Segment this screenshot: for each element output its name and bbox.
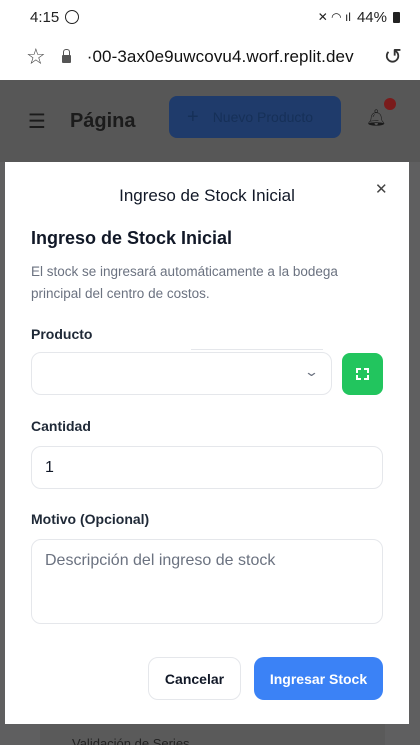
lock-icon[interactable] — [61, 49, 71, 63]
battery-icon — [393, 11, 400, 23]
stock-entry-modal: Ingreso de Stock Inicial ✕ Ingreso de St… — [5, 162, 409, 724]
signal-icon: ✕ ◠ ıl — [317, 10, 351, 24]
scan-icon-corner — [364, 368, 369, 373]
plus-icon: + — [187, 105, 199, 128]
quantity-input[interactable]: 1 — [31, 446, 383, 489]
behind-card: Validación de Series — [40, 724, 385, 745]
menu-icon[interactable]: ☰ — [28, 109, 46, 134]
new-product-label: Nuevo Producto — [212, 109, 314, 125]
chevron-down-icon: ⌄ — [303, 364, 320, 379]
scan-button[interactable] — [342, 353, 383, 395]
bell-icon[interactable]: 🔔︎ — [366, 108, 386, 128]
reason-textarea[interactable]: Descripción del ingreso de stock — [31, 539, 383, 624]
star-icon[interactable]: ☆ — [26, 44, 46, 70]
url-text[interactable]: ·00-3ax0e9uwcovu4.worf.replit.dev — [87, 47, 374, 67]
product-label: Producto — [31, 326, 93, 342]
status-left: 4:15 — [30, 8, 80, 26]
page-title: Página — [69, 109, 136, 132]
status-right: ✕ ◠ ıl 44% — [318, 9, 400, 26]
submit-stock-button[interactable]: Ingresar Stock — [254, 657, 383, 700]
behind-card-title: Validación de Series — [72, 736, 190, 745]
status-time: 4:15 — [30, 8, 60, 26]
section-title: Ingreso de Stock Inicial — [31, 228, 233, 248]
status-bar: 4:15 ✕ ◠ ıl 44% — [0, 0, 420, 34]
new-product-button[interactable]: + Nuevo Producto — [169, 96, 341, 138]
battery-percent: 44% — [356, 8, 387, 26]
cancel-button[interactable]: Cancelar — [148, 657, 241, 700]
whatsapp-icon — [65, 10, 80, 24]
quantity-label: Cantidad — [31, 418, 91, 434]
product-select[interactable]: ⌄ — [31, 352, 332, 395]
scan-icon-corner — [356, 375, 361, 380]
modal-description: El stock se ingresará automáticamente a … — [31, 264, 338, 301]
notification-dot — [384, 98, 396, 110]
scan-icon-corner — [364, 375, 369, 380]
scan-icon — [356, 368, 361, 373]
app-header: ☰ Página + Nuevo Producto 🔔︎ — [0, 80, 420, 162]
close-icon[interactable]: ✕ — [375, 180, 388, 198]
select-divider — [191, 349, 323, 350]
reason-label: Motivo (Opcional) — [31, 511, 150, 527]
reload-icon[interactable]: ↺ — [384, 44, 402, 70]
address-bar[interactable]: ☆ ·00-3ax0e9uwcovu4.worf.replit.dev ↺ — [0, 34, 420, 80]
modal-title: Ingreso de Stock Inicial — [119, 186, 295, 205]
